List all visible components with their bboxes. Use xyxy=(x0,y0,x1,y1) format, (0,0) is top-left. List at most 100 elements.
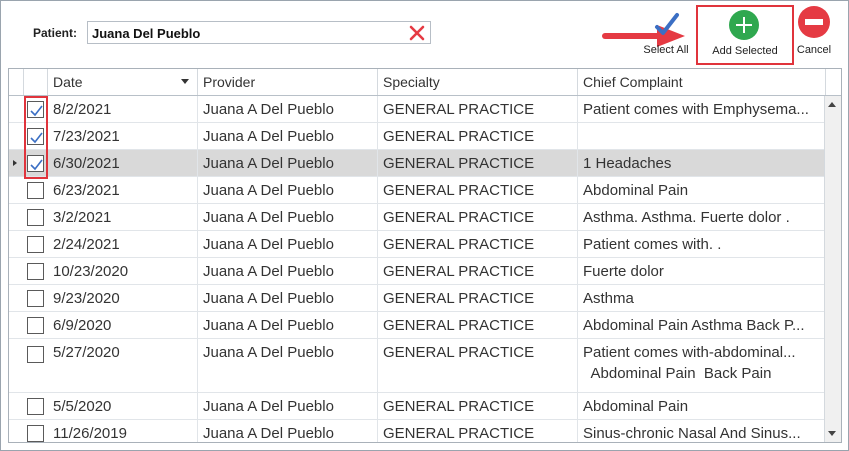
row-checkbox[interactable] xyxy=(27,290,44,307)
specialty-cell: GENERAL PRACTICE xyxy=(378,231,578,257)
date-cell: 6/30/2021 xyxy=(48,150,198,176)
table-row[interactable]: 6/23/2021 Juana A Del Pueblo GENERAL PRACT… xyxy=(9,177,826,204)
provider-cell-text: Juana A Del Pueblo xyxy=(203,263,334,280)
table-row[interactable]: 11/26/2019 Juana A Del Pueblo GENERAL PRAC… xyxy=(9,420,826,442)
patient-label: Patient: xyxy=(33,26,78,40)
chief-complaint-cell: Abdominal Pain xyxy=(578,177,826,203)
select-all-button[interactable]: Select All xyxy=(641,9,691,61)
provider-cell-text: Juana A Del Pueblo xyxy=(203,317,334,334)
date-cell: 11/26/2019 xyxy=(48,420,198,442)
scroll-up-icon[interactable] xyxy=(828,102,836,107)
provider-cell-text: Juana A Del Pueblo xyxy=(203,101,334,118)
date-cell: 10/23/2020 xyxy=(48,258,198,284)
header-scroll-cell xyxy=(826,69,841,95)
header-provider[interactable]: Provider xyxy=(198,69,378,95)
cancel-button[interactable]: Cancel xyxy=(797,5,833,60)
specialty-cell: GENERAL PRACTICE xyxy=(378,393,578,419)
specialty-cell-text: GENERAL PRACTICE xyxy=(383,155,535,172)
row-checkbox[interactable] xyxy=(27,425,44,442)
table-row[interactable]: 9/23/2020 Juana A Del Pueblo GENERAL PRACT… xyxy=(9,285,826,312)
row-checkbox[interactable] xyxy=(27,128,44,145)
specialty-cell-text: GENERAL PRACTICE xyxy=(383,236,535,253)
row-checkbox[interactable] xyxy=(27,236,44,253)
patient-value: Juana Del Pueblo xyxy=(92,26,201,41)
provider-cell-text: Juana A Del Pueblo xyxy=(203,290,334,307)
table-row[interactable]: 8/2/2021 Juana A Del Pueblo GENERAL PRACTI… xyxy=(9,96,826,123)
date-cell-text: 5/5/2020 xyxy=(53,398,112,415)
table-row[interactable]: 2/24/2021 Juana A Del Pueblo GENERAL PRACT… xyxy=(9,231,826,258)
patient-field[interactable]: Juana Del Pueblo xyxy=(87,21,431,44)
row-checkbox[interactable] xyxy=(27,209,44,226)
header-specialty[interactable]: Specialty xyxy=(378,69,578,95)
chief-complaint-cell-text: Abdominal Pain xyxy=(583,182,689,199)
provider-cell: Juana A Del Pueblo xyxy=(198,285,378,311)
table-row[interactable]: 6/9/2020 Juana A Del Pueblo GENERAL PRACTI… xyxy=(9,312,826,339)
clear-patient-icon[interactable] xyxy=(408,24,426,42)
specialty-cell-text: GENERAL PRACTICE xyxy=(383,101,535,118)
vertical-scrollbar[interactable] xyxy=(824,96,841,442)
row-checkbox[interactable] xyxy=(27,155,44,172)
row-checkbox[interactable] xyxy=(27,398,44,415)
add-selected-button[interactable]: Add Selected xyxy=(696,5,794,65)
row-checkbox[interactable] xyxy=(27,263,44,280)
encounters-grid: Date Provider Specialty Chief Complaint … xyxy=(8,68,842,443)
table-row[interactable]: 3/2/2021 Juana A Del Pueblo GENERAL PRACTI… xyxy=(9,204,826,231)
table-row[interactable]: 7/23/2021 Juana A Del Pueblo GENERAL PRACT… xyxy=(9,123,826,150)
chief-complaint-cell-text: Asthma. Asthma. Fuerte dolor . xyxy=(583,209,790,226)
header-chief-complaint[interactable]: Chief Complaint xyxy=(578,69,826,95)
date-cell-text: 6/9/2020 xyxy=(53,317,112,334)
header-provider-label: Provider xyxy=(203,74,256,90)
date-cell: 6/23/2021 xyxy=(48,177,198,203)
cancel-label: Cancel xyxy=(796,44,832,56)
header-date[interactable]: Date xyxy=(48,69,198,95)
table-row[interactable]: 10/23/2020 Juana A Del Pueblo GENERAL PRAC… xyxy=(9,258,826,285)
specialty-cell: GENERAL PRACTICE xyxy=(378,177,578,203)
specialty-cell-text: GENERAL PRACTICE xyxy=(383,263,535,280)
date-cell: 2/24/2021 xyxy=(48,231,198,257)
date-cell: 5/5/2020 xyxy=(48,393,198,419)
date-cell-text: 7/23/2021 xyxy=(53,128,120,145)
specialty-cell: GENERAL PRACTICE xyxy=(378,258,578,284)
row-checkbox[interactable] xyxy=(27,101,44,118)
chief-complaint-cell-text: 1 Headaches xyxy=(583,155,672,172)
chief-complaint-cell: 1 Headaches xyxy=(578,150,826,176)
provider-cell: Juana A Del Pueblo xyxy=(198,393,378,419)
provider-cell: Juana A Del Pueblo xyxy=(198,312,378,338)
provider-cell-text: Juana A Del Pueblo xyxy=(203,425,334,442)
chief-complaint-cell-text: Fuerte dolor xyxy=(583,263,664,280)
current-row-indicator-icon xyxy=(13,160,17,166)
date-cell: 8/2/2021 xyxy=(48,96,198,122)
specialty-cell: GENERAL PRACTICE xyxy=(378,420,578,442)
chief-complaint-cell: Patient comes with. . xyxy=(578,231,826,257)
specialty-cell-text: GENERAL PRACTICE xyxy=(383,182,535,199)
table-row[interactable]: 5/27/2020 Juana A Del Pueblo GENERAL PRACT… xyxy=(9,339,826,393)
scroll-down-icon[interactable] xyxy=(828,431,836,436)
chief-complaint-cell: Patient comes with-abdominal... Abdomina… xyxy=(578,339,826,392)
specialty-cell: GENERAL PRACTICE xyxy=(378,150,578,176)
header-chief-complaint-label: Chief Complaint xyxy=(583,74,683,90)
provider-cell: Juana A Del Pueblo xyxy=(198,204,378,230)
header-specialty-label: Specialty xyxy=(383,74,440,90)
date-cell-text: 9/23/2020 xyxy=(53,290,120,307)
header-checkbox-cell xyxy=(24,69,48,95)
chief-complaint-cell-text: Patient comes with-abdominal... xyxy=(583,344,796,361)
date-cell-text: 6/30/2021 xyxy=(53,155,120,172)
select-all-label: Select All xyxy=(643,44,689,56)
chief-complaint-cell-text: Patient comes with. . xyxy=(583,236,722,253)
provider-cell: Juana A Del Pueblo xyxy=(198,339,378,392)
checkmark-icon xyxy=(651,11,681,39)
specialty-cell: GENERAL PRACTICE xyxy=(378,204,578,230)
specialty-cell-text: GENERAL PRACTICE xyxy=(383,128,535,145)
date-cell: 5/27/2020 xyxy=(48,339,198,392)
row-checkbox[interactable] xyxy=(27,346,44,363)
table-row[interactable]: 5/5/2020 Juana A Del Pueblo GENERAL PRACTI… xyxy=(9,393,826,420)
header-indicator-cell xyxy=(9,69,24,95)
row-checkbox[interactable] xyxy=(27,317,44,334)
table-row[interactable]: 6/30/2021 Juana A Del Pueblo GENERAL PRACT… xyxy=(9,150,826,177)
row-checkbox[interactable] xyxy=(27,182,44,199)
chief-complaint-cell: Asthma xyxy=(578,285,826,311)
date-cell: 7/23/2021 xyxy=(48,123,198,149)
header-date-label: Date xyxy=(53,74,83,90)
provider-cell: Juana A Del Pueblo xyxy=(198,123,378,149)
provider-cell: Juana A Del Pueblo xyxy=(198,258,378,284)
